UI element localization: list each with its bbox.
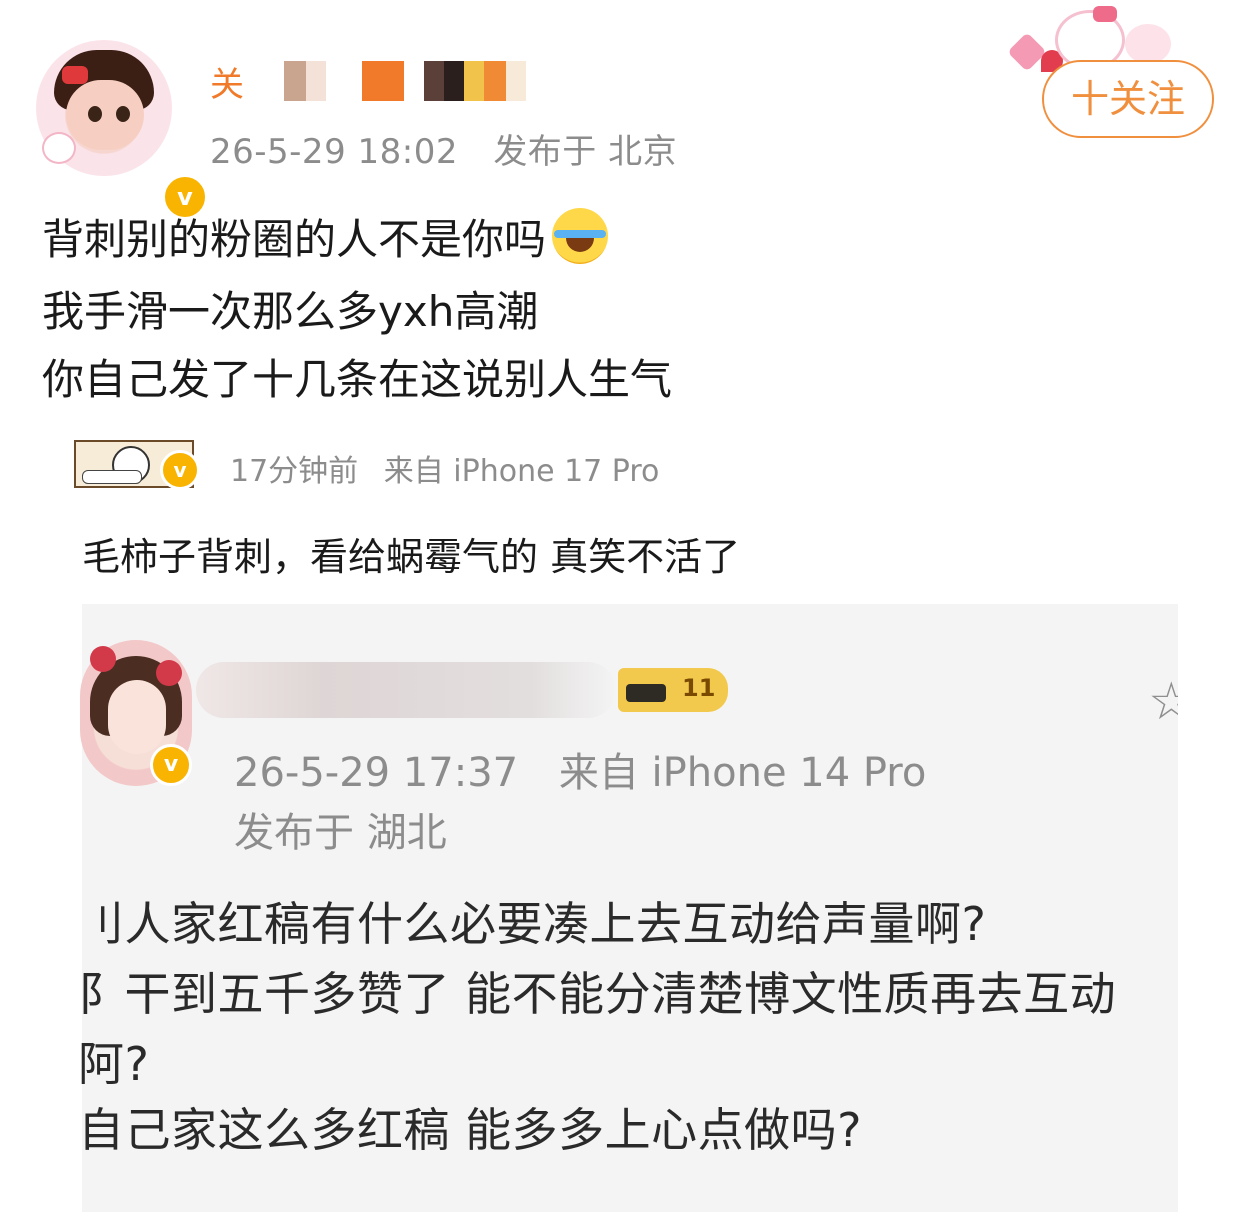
commenter-avatar[interactable]: v xyxy=(74,440,200,490)
pixelated-name-block xyxy=(362,61,404,101)
avatar-face xyxy=(108,680,166,754)
comment-source: 来自 iPhone 17 Pro xyxy=(383,454,660,489)
avatar-eye xyxy=(116,106,130,122)
avatar-bow xyxy=(62,66,88,84)
author-name[interactable]: 关 xyxy=(210,58,526,105)
post-timestamp: 26-5-29 18:02 xyxy=(210,132,458,172)
rose-icon xyxy=(156,660,182,686)
post-location: 发布于 北京 xyxy=(493,132,678,172)
follow-button[interactable]: 十关注 xyxy=(1042,60,1214,138)
post-meta: 26-5-29 18:02 发布于 北京 xyxy=(210,124,677,173)
rose-icon xyxy=(90,646,116,672)
pixelated-name-block xyxy=(506,61,526,101)
avatar-kitty xyxy=(42,132,76,164)
cake-icon xyxy=(1125,24,1171,64)
laughing-emoji-icon xyxy=(552,208,609,264)
quoted-text-line: 自己家这么多红稿 能多多上心点做吗? xyxy=(78,1103,863,1157)
level-badge: 11 xyxy=(618,668,728,712)
quoted-meta: 26-5-29 17:37 来自 iPhone 14 Pro xyxy=(234,740,926,798)
verified-icon: v xyxy=(150,744,192,786)
post-body-line: 你自己发了十几条在这说别人生气 xyxy=(42,355,673,404)
quoted-source: 来自 iPhone 14 Pro xyxy=(558,750,927,796)
quoted-text-line: 阝干到五千多赞了 能不能分清楚博文性质再去互动 xyxy=(78,967,1117,1021)
comment-meta: 17分钟前 来自 iPhone 17 Pro xyxy=(230,446,659,490)
avatar-eye xyxy=(88,106,102,122)
comment-time: 17分钟前 xyxy=(230,454,359,489)
comment-text: 毛柿子背刺，看给蜗霉气的 真笑不活了 xyxy=(82,535,741,579)
quoted-author-avatar[interactable]: v xyxy=(80,640,192,786)
quoted-text-line: 刂人家红稿有什么必要凑上去互动给声量啊? xyxy=(78,897,987,951)
pixelated-name-block xyxy=(284,61,306,101)
quoted-timestamp: 26-5-29 17:37 xyxy=(234,750,519,796)
author-avatar[interactable]: v xyxy=(36,40,208,220)
post-body-line: 背刺别的粉圈的人不是你吗 xyxy=(42,206,609,267)
pixelated-name-block xyxy=(306,61,326,101)
crop-mask xyxy=(1178,604,1260,1224)
quoted-location: 发布于 湖北 xyxy=(234,810,447,856)
quoted-author-name-blurred[interactable] xyxy=(196,662,616,718)
author-name-first-char: 关 xyxy=(210,64,244,105)
pixelated-name-block xyxy=(444,61,464,101)
post-body-text: 背刺别的粉圈的人不是你吗 xyxy=(42,215,547,264)
pixelated-name-block xyxy=(484,61,506,101)
pixelated-name-block xyxy=(464,61,484,101)
quoted-text-line: 阿? xyxy=(78,1037,150,1091)
post-body-line: 我手滑一次那么多yxh高潮 xyxy=(42,287,539,336)
verified-icon: v xyxy=(160,450,200,490)
avatar-face xyxy=(66,80,144,150)
bow-icon xyxy=(1093,6,1117,22)
pixelated-name-block xyxy=(424,61,444,101)
avatar-sign xyxy=(82,470,142,484)
badge-icon xyxy=(626,684,666,702)
level-number: 11 xyxy=(682,674,716,702)
